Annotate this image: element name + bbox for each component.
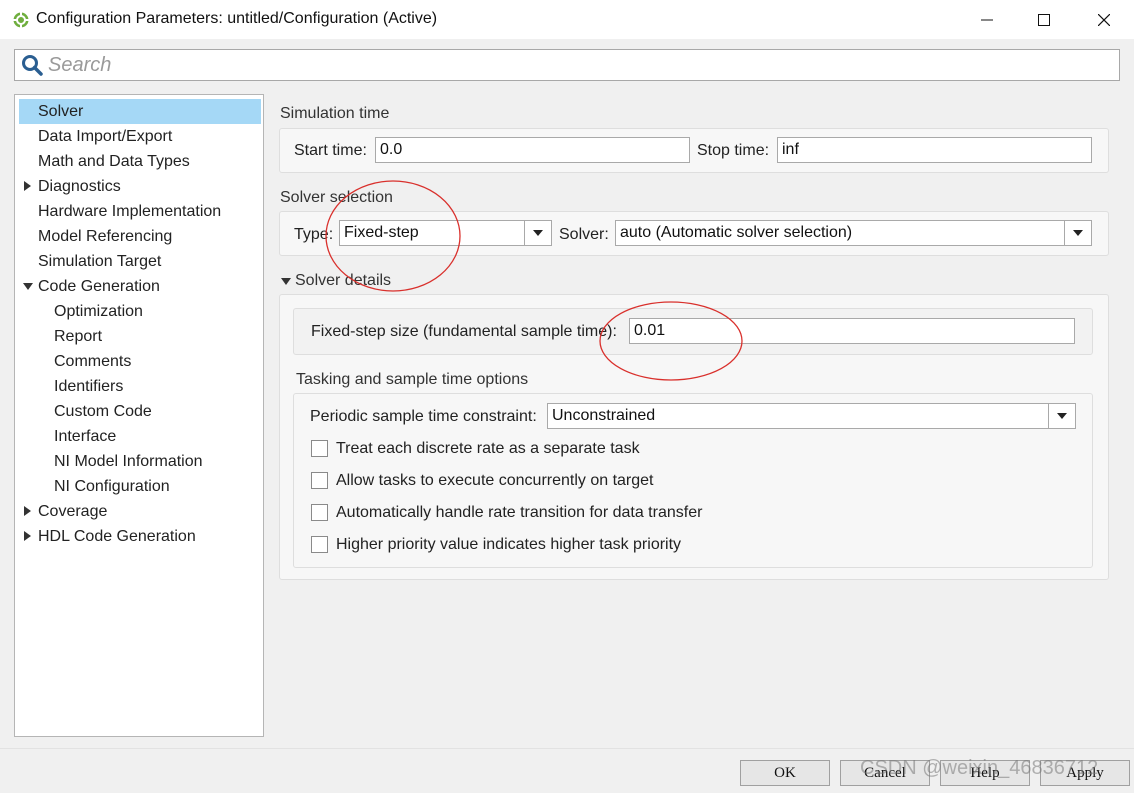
collapse-arrow-icon[interactable] [281,278,291,285]
solver-details-heading: Solver details [295,272,392,289]
checkbox-priority[interactable] [311,536,328,553]
tree-item-simulation-target[interactable]: Simulation Target [19,249,261,274]
simulink-app-icon [13,12,29,28]
periodic-constraint-dropdown[interactable]: Unconstrained [547,403,1076,429]
tree-item-label: Model Referencing [38,228,173,245]
search-icon [22,55,43,76]
tree-item-label: Comments [54,353,132,370]
tree-item-interface[interactable]: Interface [19,424,261,449]
window-title: Configuration Parameters: untitled/Confi… [36,10,438,27]
tree-item-label: Custom Code [54,403,152,420]
tree-item-ni-configuration[interactable]: NI Configuration [19,474,261,499]
periodic-constraint-label: Periodic sample time constraint: [310,408,537,425]
expand-arrow-icon[interactable] [24,506,31,516]
search-input[interactable] [48,53,1108,77]
tree-item-model-referencing[interactable]: Model Referencing [19,224,261,249]
checkbox-rate-transition-label: Automatically handle rate transition for… [336,504,703,521]
tree-item-label: Interface [54,428,117,445]
tree-item-coverage[interactable]: Coverage [19,499,261,524]
type-dropdown[interactable]: Fixed-step [339,220,552,246]
tree-item-custom-code[interactable]: Custom Code [19,399,261,424]
dropdown-arrow-icon[interactable] [1064,221,1091,245]
checkbox-concurrent-tasks[interactable] [311,472,328,489]
dropdown-arrow-icon[interactable] [1048,404,1075,428]
tree-item-optimization[interactable]: Optimization [19,299,261,324]
fixed-step-size-label: Fixed-step size (fundamental sample time… [311,323,617,340]
tree-item-label: Data Import/Export [38,128,173,145]
checkbox-concurrent-tasks-label: Allow tasks to execute concurrently on t… [336,472,654,489]
title-bar: Configuration Parameters: untitled/Confi… [0,0,1134,39]
tree-item-data-import-export[interactable]: Data Import/Export [19,124,261,149]
minimize-button[interactable] [964,0,1010,39]
tree-item-ni-model-information[interactable]: NI Model Information [19,449,261,474]
ok-button[interactable]: OK [740,760,830,786]
tree-item-identifiers[interactable]: Identifiers [19,374,261,399]
tree-item-label: Math and Data Types [38,153,190,170]
search-box [14,49,1120,81]
tree-item-label: Hardware Implementation [38,203,222,220]
tree-item-comments[interactable]: Comments [19,349,261,374]
solver-selection-heading: Solver selection [280,189,393,206]
tree-item-label: Solver [38,103,84,120]
stop-time-label: Stop time: [697,142,770,159]
collapse-arrow-icon[interactable] [23,283,33,290]
expand-arrow-icon[interactable] [24,181,31,191]
maximize-icon [1038,13,1050,26]
tree-item-diagnostics[interactable]: Diagnostics [19,174,261,199]
type-dropdown-value: Fixed-step [344,224,419,241]
tree-item-code-generation[interactable]: Code Generation [19,274,261,299]
type-label: Type: [294,226,334,243]
checkbox-priority-label: Higher priority value indicates higher t… [336,536,682,553]
fixed-step-size-field[interactable]: 0.01 [629,318,1075,344]
stop-time-field[interactable]: inf [777,137,1092,163]
tree-item-label: Diagnostics [38,178,121,195]
tree-item-label: Optimization [54,303,143,320]
expand-arrow-icon[interactable] [24,531,31,541]
tree-item-label: Simulation Target [38,253,162,270]
simulation-time-heading: Simulation time [280,105,390,122]
tree-item-hdl-code-generation[interactable]: HDL Code Generation [19,524,261,549]
tasking-heading: Tasking and sample time options [296,371,529,388]
tree-item-label: NI Model Information [54,453,203,470]
solver-dropdown[interactable]: auto (Automatic solver selection) [615,220,1092,246]
checkbox-rate-transition[interactable] [311,504,328,521]
tree-item-label: Code Generation [38,278,160,295]
tree-item-label: HDL Code Generation [38,528,196,545]
tree-item-hardware-implementation[interactable]: Hardware Implementation [19,199,261,224]
tree-item-label: Report [54,328,103,345]
tree-item-label: Coverage [38,503,108,520]
maximize-button[interactable] [1021,0,1067,39]
minimize-icon [981,19,993,20]
tree-item-report[interactable]: Report [19,324,261,349]
close-icon [1098,13,1110,26]
start-time-label: Start time: [294,142,367,159]
close-button[interactable] [1081,0,1127,39]
checkbox-separate-task[interactable] [311,440,328,457]
tree-item-label: Identifiers [54,378,124,395]
start-time-field[interactable]: 0.0 [375,137,690,163]
category-tree: Solver Data Import/Export Math and Data … [14,94,264,737]
solver-dropdown-value: auto (Automatic solver selection) [620,224,853,241]
solver-label: Solver: [559,226,609,243]
tree-item-math-data-types[interactable]: Math and Data Types [19,149,261,174]
watermark-text: CSDN @weixin_46836712 [860,757,1099,779]
dropdown-arrow-icon[interactable] [524,221,551,245]
tree-item-solver[interactable]: Solver [19,99,261,124]
periodic-constraint-value: Unconstrained [552,407,656,424]
tree-item-label: NI Configuration [54,478,170,495]
checkbox-separate-task-label: Treat each discrete rate as a separate t… [336,440,640,457]
